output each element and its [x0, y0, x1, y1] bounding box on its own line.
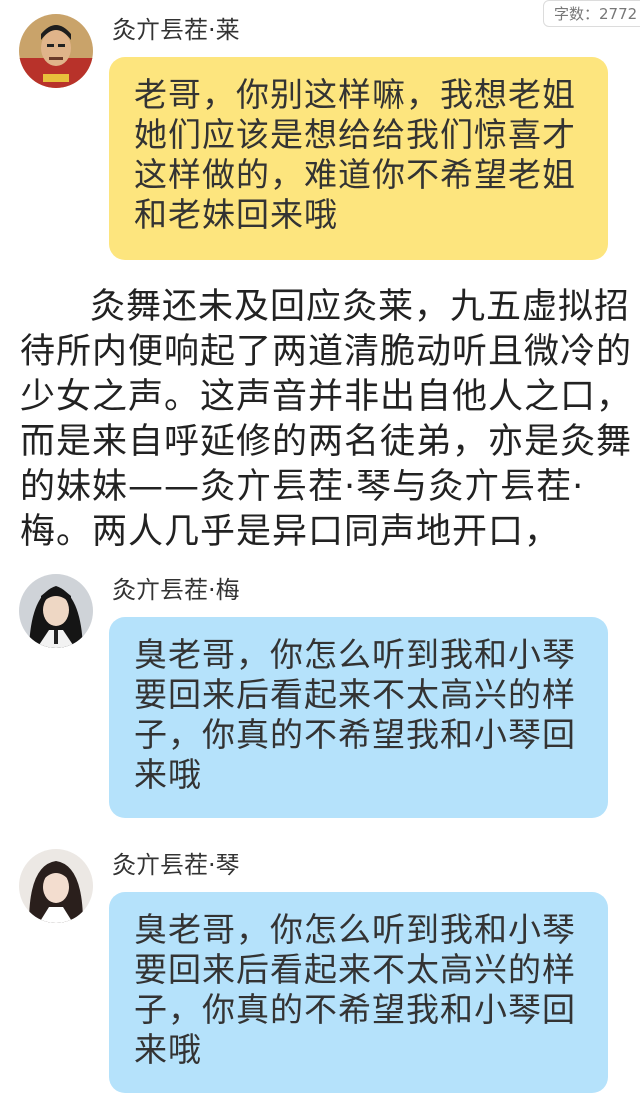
avatar [19, 14, 93, 88]
narration-text: 灸舞还未及回应灸莱，九五虚拟招待所内便响起了两道清脆动听且微冷的少女之声。这声音… [20, 287, 633, 552]
avatar-girl-icon [19, 574, 93, 648]
sender-name: 灸亣镸茬·梅 [112, 576, 240, 604]
sender-name: 灸亣镸茬·莱 [112, 16, 240, 44]
avatar-girl-icon [19, 849, 93, 923]
avatar [19, 849, 93, 923]
word-count-badge: 字数：2772 [543, 0, 640, 27]
sender-name: 灸亣镸茬·琴 [112, 851, 240, 879]
message-bubble: 臭老哥，你怎么听到我和小琴要回来后看起来不太高兴的样子，你真的不希望我和小琴回来… [109, 617, 608, 818]
message-bubble: 老哥，你别这样嘛，我想老姐她们应该是想给给我们惊喜才这样做的，难道你不希望老姐和… [109, 57, 608, 260]
message-bubble: 臭老哥，你怎么听到我和小琴要回来后看起来不太高兴的样子，你真的不希望我和小琴回来… [109, 892, 608, 1093]
avatar-man-icon [19, 14, 93, 88]
avatar [19, 574, 93, 648]
